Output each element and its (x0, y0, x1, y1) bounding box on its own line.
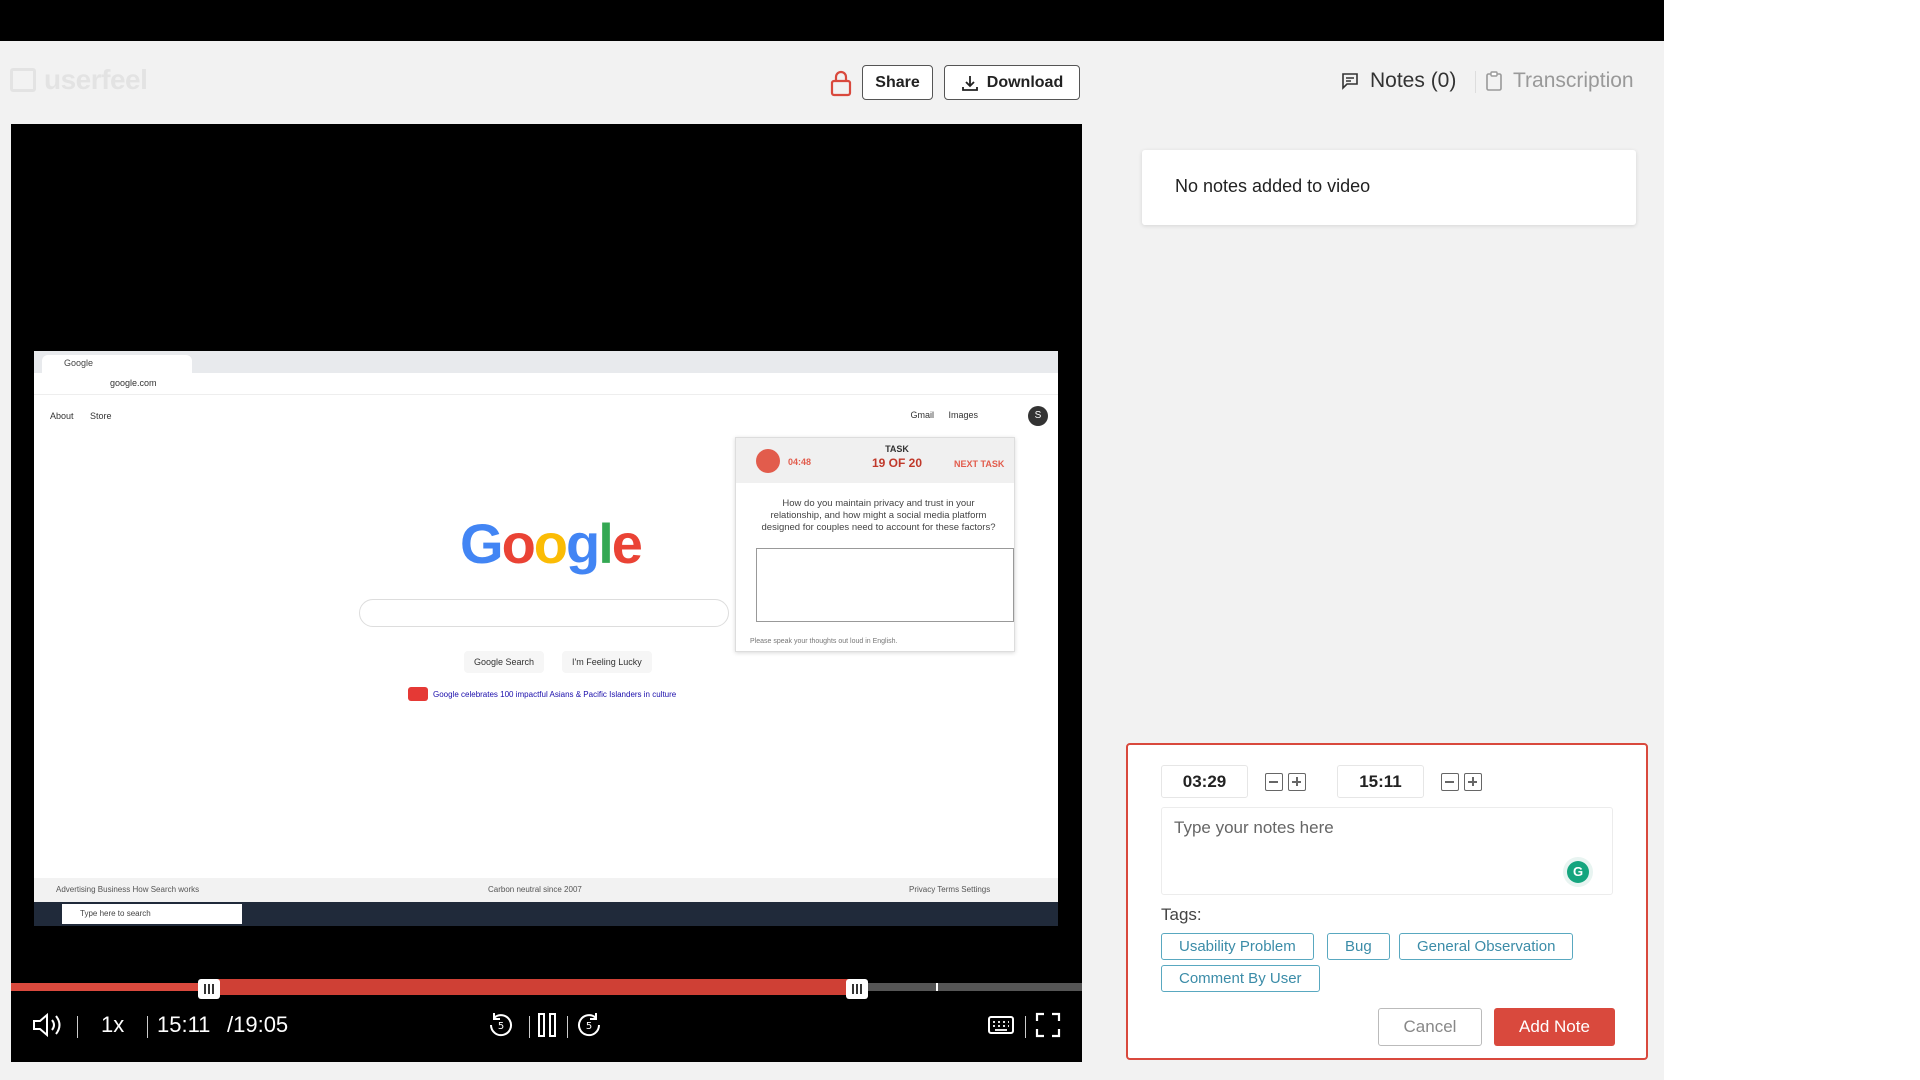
google-top-links-left: About Store (50, 411, 112, 421)
tag-usability-problem[interactable]: Usability Problem (1161, 933, 1314, 960)
browser-tab-bar: Google (34, 351, 1058, 373)
task-pause-icon (756, 449, 780, 473)
clip-range[interactable] (203, 979, 863, 995)
right-blank-area (1664, 0, 1920, 1080)
task-answer-box (756, 548, 1014, 622)
comment-icon (1342, 73, 1358, 90)
svg-text:5: 5 (498, 1021, 504, 1032)
keyboard-icon (988, 1016, 1014, 1034)
windows-taskbar: Type here to search (34, 902, 1058, 926)
task-timer: 04:48 (788, 457, 812, 467)
tag-general-observation[interactable]: General Observation (1399, 933, 1574, 960)
top-black-bar (0, 0, 1664, 41)
task-widget-header: 04:48 TASK 19 OF 20 NEXT TASK (736, 438, 1014, 483)
task-label: TASK (885, 444, 909, 454)
start-time-minus-icon[interactable] (1265, 773, 1283, 791)
end-time-field[interactable]: 15:11 (1337, 765, 1424, 798)
control-divider (567, 1016, 568, 1038)
speed-button[interactable]: 1x (101, 1008, 124, 1042)
end-time-plus-icon[interactable] (1464, 773, 1482, 791)
recording-frame: Google google.com About Store Gmail Imag… (34, 351, 1058, 926)
google-search-button: Google Search (464, 651, 545, 673)
download-button[interactable]: Download (944, 65, 1080, 100)
current-time-label: 15:11 (157, 1012, 211, 1037)
volume-icon (33, 1012, 61, 1038)
duration-label: /19:05 (227, 1012, 289, 1037)
tab-transcription-label: Transcription (1513, 69, 1634, 92)
control-divider (1025, 1016, 1026, 1038)
task-widget: 04:48 TASK 19 OF 20 NEXT TASK How do you… (735, 437, 1015, 652)
youtube-icon (408, 687, 428, 701)
keyboard-shortcuts-button[interactable] (987, 1008, 1015, 1042)
tab-notes-label: Notes (0) (1370, 69, 1457, 92)
tab-transcription[interactable]: Transcription (1485, 65, 1634, 97)
notes-input[interactable] (1161, 807, 1613, 895)
range-end-handle[interactable] (846, 979, 869, 999)
forward-5-icon: 5 (578, 1013, 601, 1037)
add-note-form: 03:29 15:11 G Tags: Usability Problem Bu… (1126, 743, 1648, 1060)
volume-button[interactable] (31, 1008, 65, 1042)
download-icon (961, 75, 978, 91)
tag-comment-by-user[interactable]: Comment By User (1161, 965, 1320, 992)
footer-right-links: Privacy Terms Settings (909, 885, 991, 894)
browser-url: google.com (110, 378, 157, 388)
start-time-plus-icon[interactable] (1288, 773, 1306, 791)
clipboard-icon (1486, 71, 1502, 91)
taskbar-search: Type here to search (62, 904, 242, 924)
task-count: 19 OF 20 (871, 456, 923, 470)
tags-label: Tags: (1161, 905, 1202, 924)
range-start-handle[interactable] (197, 979, 220, 999)
userfeel-logo[interactable]: userfeel (10, 64, 148, 95)
control-divider (77, 1016, 78, 1038)
google-avatar: S (1028, 406, 1048, 426)
grammarly-icon[interactable]: G (1563, 857, 1593, 887)
google-logo: Google (460, 512, 643, 575)
end-time-minus-icon[interactable] (1441, 773, 1459, 791)
download-label: Download (986, 73, 1064, 91)
pause-icon (538, 1013, 556, 1037)
tag-bug[interactable]: Bug (1327, 933, 1390, 960)
share-label: Share (875, 73, 920, 91)
current-time: 15:11 (157, 1008, 210, 1042)
footer-carbon: Carbon neutral since 2007 (488, 885, 582, 894)
rewind-5-icon: 5 (489, 1013, 512, 1037)
fullscreen-icon (1035, 1012, 1061, 1038)
share-button[interactable]: Share (862, 65, 933, 100)
control-divider (147, 1016, 148, 1038)
task-footer: Please speak your thoughts out loud in E… (750, 638, 898, 645)
lock-icon[interactable] (829, 69, 853, 97)
cancel-button[interactable]: Cancel (1378, 1008, 1482, 1046)
next-task-label: NEXT TASK (954, 459, 1005, 469)
tab-notes[interactable]: Notes (0) (1340, 65, 1456, 97)
browser-tab: Google (42, 355, 192, 373)
duration: /19:05 (227, 1008, 288, 1042)
google-lucky-button: I'm Feeling Lucky (562, 651, 652, 673)
browser-address-bar: google.com (34, 373, 1058, 395)
pause-button[interactable] (535, 1008, 559, 1042)
progress-marker (936, 983, 938, 991)
logo-text: userfeel (44, 64, 148, 95)
no-notes-card: No notes added to video (1142, 150, 1636, 225)
task-question: How do you maintain privacy and trust in… (761, 498, 996, 533)
fullscreen-button[interactable] (1035, 1008, 1061, 1042)
google-top-links-right: Gmail Images (910, 410, 978, 420)
rewind-5-button[interactable]: 5 (487, 1008, 515, 1042)
forward-5-button[interactable]: 5 (575, 1008, 603, 1042)
google-search-box (359, 599, 729, 627)
logo-icon (10, 68, 36, 92)
svg-text:5: 5 (586, 1021, 592, 1032)
video-player[interactable]: Google google.com About Store Gmail Imag… (11, 124, 1082, 1062)
google-promo: Google celebrates 100 impactful Asians &… (408, 687, 676, 701)
start-time-field[interactable]: 03:29 (1161, 765, 1248, 798)
no-notes-message: No notes added to video (1175, 176, 1371, 196)
progress-bar[interactable] (11, 979, 1082, 999)
footer-left-links: Advertising Business How Search works (56, 885, 200, 894)
speed-label: 1x (101, 1012, 125, 1037)
add-note-button[interactable]: Add Note (1494, 1008, 1615, 1046)
google-promo-text: Google celebrates 100 impactful Asians &… (433, 689, 677, 699)
app-container: userfeel Share Download Notes (0) Transc… (0, 41, 1664, 1080)
google-footer: Advertising Business How Search works Ca… (34, 878, 1058, 902)
control-divider (529, 1016, 530, 1038)
tab-divider (1475, 71, 1476, 93)
